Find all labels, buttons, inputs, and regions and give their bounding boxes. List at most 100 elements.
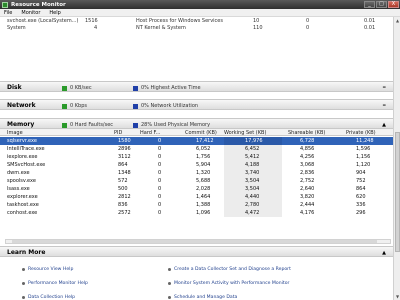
cell-shareable: 4,856	[300, 146, 315, 152]
learn-link[interactable]: Performance Monitor Help	[22, 281, 88, 286]
cell-commit: 1,464	[196, 194, 211, 200]
section-title: Disk	[7, 84, 22, 91]
cell-hard-faults: 0	[158, 178, 162, 184]
cell-pid: 500	[118, 186, 128, 192]
table-row[interactable]: dwm.exe 1348 0 1,320 3,740 2,836 904	[0, 169, 393, 177]
expand-icon[interactable]: –	[383, 101, 387, 109]
column-header-commit[interactable]: Commit (KB)	[185, 130, 217, 136]
cell-image: conhost.exe	[7, 210, 38, 216]
cell-shareable: 3,068	[300, 162, 315, 168]
main-content: svchost.exe (LocalSystem...) 1516 Host P…	[0, 17, 393, 300]
cell-hard-faults: 0	[158, 162, 162, 168]
cell-hard-faults: 0	[158, 146, 162, 152]
table-row[interactable]: iexplore.exe 3112 0 1,756 5,412 4,256 1,156	[0, 153, 393, 161]
bullet-icon	[168, 268, 171, 271]
process-description: NT Kernel & System	[136, 25, 186, 31]
table-row[interactable]: sqlservr.exe 1580 0 17,412 17,976 6,728 11,248	[0, 137, 393, 145]
collapse-icon[interactable]: ▲	[382, 250, 386, 256]
learn-link[interactable]: Monitor System Activity with Performance…	[168, 281, 289, 286]
column-header-image[interactable]: Image	[7, 130, 23, 136]
scroll-thumb[interactable]	[395, 132, 400, 252]
network-throughput: 0 Kbps	[62, 103, 87, 109]
process-cpu: 0	[306, 25, 310, 31]
menu-file[interactable]: File	[4, 10, 12, 16]
cell-pid: 3112	[118, 154, 131, 160]
cell-commit: 1,756	[196, 154, 211, 160]
expand-icon[interactable]: –	[383, 83, 387, 91]
cell-private: 620	[356, 194, 366, 200]
menu-monitor[interactable]: Monitor	[21, 10, 40, 16]
cell-working-set: 5,412	[245, 154, 260, 160]
cell-shareable: 6,728	[300, 138, 315, 144]
disk-section-header[interactable]: Disk 0 KB/sec 0% Highest Active Time –	[0, 81, 393, 92]
cell-shareable: 2,836	[300, 170, 315, 176]
scroll-up-icon[interactable]: ▲	[394, 17, 400, 24]
cpu-process-list: svchost.exe (LocalSystem...) 1516 Host P…	[0, 17, 393, 33]
memory-section-header[interactable]: Memory 0 Hard Faults/sec 28% Used Physic…	[0, 118, 393, 129]
cell-working-set: 2,780	[245, 202, 260, 208]
cell-shareable: 3,820	[300, 194, 315, 200]
title-bar: Resource Monitor _ □ X	[0, 0, 400, 9]
list-item[interactable]: System 4 NT Kernel & System 110 0 0.01	[0, 25, 393, 31]
column-header-working-set[interactable]: Working Set (KB)	[224, 130, 266, 136]
table-row[interactable]: taskhost.exe 836 0 1,388 2,780 2,444 336	[0, 201, 393, 209]
table-row[interactable]: SMSvcHost.exe 864 0 5,904 4,188 3,068 1,120	[0, 161, 393, 169]
menu-help[interactable]: Help	[49, 10, 60, 16]
learn-link[interactable]: Data Collection Help	[22, 295, 75, 300]
learn-more-header[interactable]: Learn More ▲	[0, 246, 393, 257]
section-title: Network	[7, 102, 36, 109]
cell-hard-faults: 0	[158, 186, 162, 192]
learn-link[interactable]: Schedule and Manage Data	[168, 295, 237, 300]
disk-throughput: 0 KB/sec	[62, 85, 92, 91]
column-header-shareable[interactable]: Shareable (KB)	[288, 130, 325, 136]
cell-pid: 836	[118, 202, 128, 208]
column-header-private[interactable]: Private (KB)	[346, 130, 376, 136]
process-cpu: 0	[306, 18, 310, 24]
table-row[interactable]: IntelliTrace.exe 2896 0 6,052 6,452 4,856 1,59…	[0, 145, 393, 153]
cell-image: taskhost.exe	[7, 202, 39, 208]
close-button[interactable]: X	[388, 1, 399, 8]
cell-working-set: 3,504	[245, 186, 260, 192]
minimize-button[interactable]: _	[364, 1, 375, 8]
table-row[interactable]: conhost.exe 2572 0 1,096 4,472 4,176 296	[0, 209, 393, 217]
list-item[interactable]: svchost.exe (LocalSystem...) 1516 Host P…	[0, 18, 393, 24]
app-icon	[2, 1, 8, 8]
cell-shareable: 2,640	[300, 186, 315, 192]
table-row[interactable]: lsass.exe 500 0 2,028 3,504 2,640 864	[0, 185, 393, 193]
cell-commit: 6,052	[196, 146, 211, 152]
table-row[interactable]: spoolsv.exe 572 0 5,688 3,504 2,752 752	[0, 177, 393, 185]
table-row[interactable]: explorer.exe 2812 0 1,464 4,440 3,820 620	[0, 193, 393, 201]
scroll-down-icon[interactable]: ▼	[394, 293, 400, 300]
process-pid: 1516	[85, 18, 98, 24]
cell-image: iexplore.exe	[7, 154, 38, 160]
horizontal-scrollbar[interactable]	[5, 239, 391, 244]
process-description: Host Process for Windows Services	[136, 18, 223, 24]
cell-image: lsass.exe	[7, 186, 30, 192]
blue-square-icon	[133, 85, 138, 91]
learn-link[interactable]: Resource View Help	[22, 267, 73, 272]
cell-pid: 1348	[118, 170, 131, 176]
disk-active-time: 0% Highest Active Time	[133, 85, 201, 91]
bullet-icon	[22, 296, 25, 299]
bullet-icon	[22, 268, 25, 271]
column-header-hard-faults[interactable]: Hard F...	[140, 130, 160, 136]
cell-shareable: 2,752	[300, 178, 315, 184]
section-title: Learn More	[7, 249, 46, 256]
network-section-header[interactable]: Network 0 Kbps 0% Network Utilization –	[0, 99, 393, 110]
cell-commit: 1,320	[196, 170, 211, 176]
cell-pid: 2896	[118, 146, 131, 152]
cell-private: 1,156	[356, 154, 371, 160]
cell-shareable: 4,176	[300, 210, 315, 216]
scroll-thumb[interactable]	[12, 240, 377, 243]
cell-private: 11,248	[356, 138, 374, 144]
column-header-pid[interactable]: PID	[114, 130, 122, 136]
vertical-scrollbar[interactable]: ▲ ▼	[393, 17, 400, 300]
learn-link[interactable]: Create a Data Collector Set and Diagnose…	[168, 267, 291, 272]
network-utilization: 0% Network Utilization	[133, 103, 198, 109]
green-square-icon	[62, 103, 67, 109]
cell-image: sqlservr.exe	[7, 138, 37, 144]
memory-hard-faults: 0 Hard Faults/sec	[62, 122, 113, 128]
blue-square-icon	[133, 103, 138, 109]
maximize-button[interactable]: □	[376, 1, 387, 8]
collapse-icon[interactable]: ▲	[382, 122, 386, 128]
